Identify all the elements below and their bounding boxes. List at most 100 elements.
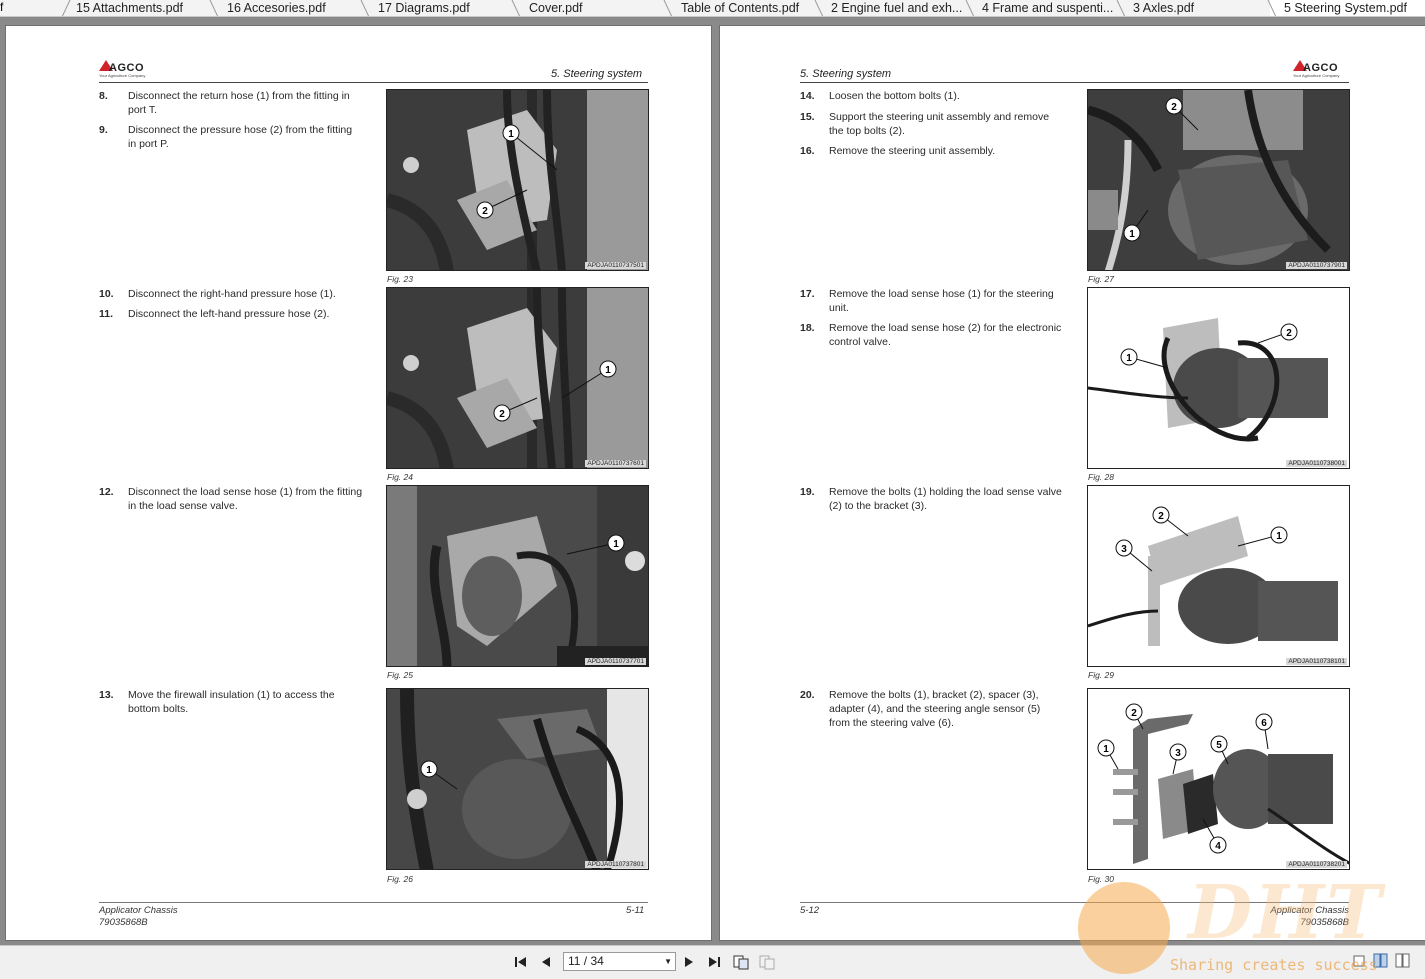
svg-text:1: 1 — [426, 765, 432, 776]
section-title: 5. Steering system — [551, 68, 643, 80]
footer-rule — [99, 902, 648, 903]
figure-23-caption: Fig. 23 — [387, 274, 413, 284]
left-page: AGCO Your Agriculture Company 5. Steerin… — [5, 25, 712, 941]
page-number: 5-11 — [626, 905, 645, 916]
previous-page-button[interactable] — [538, 954, 554, 970]
figure-code: APDJA0110737901 — [1286, 262, 1347, 269]
step-number: 16. — [800, 145, 815, 157]
footer-doc-number: 79035868B — [99, 917, 148, 928]
step-text: Disconnect the pressure hose (2) from th… — [128, 124, 353, 150]
svg-text:2: 2 — [1131, 708, 1137, 719]
next-page-icon — [685, 957, 693, 967]
step-number: 9. — [99, 124, 108, 136]
figure-28-caption: Fig. 28 — [1088, 472, 1114, 482]
step-number: 18. — [800, 322, 815, 334]
chevron-down-icon[interactable]: ▼ — [664, 953, 672, 970]
figure-29-caption: Fig. 29 — [1088, 670, 1114, 680]
previous-view-button[interactable] — [732, 954, 749, 970]
tab-cover[interactable]: Cover.pdf — [515, 0, 665, 16]
figure-27-caption: Fig. 27 — [1088, 274, 1114, 284]
next-view-button[interactable] — [758, 954, 775, 970]
svg-text:1: 1 — [1103, 744, 1109, 755]
step-text: Move the firewall insulation (1) to acce… — [128, 689, 335, 715]
tab-diagrams[interactable]: 17 Diagrams.pdf — [364, 0, 514, 16]
header-rule — [800, 82, 1349, 83]
page-number-input[interactable]: 11 / 34 ▼ — [563, 952, 676, 971]
svg-text:1: 1 — [605, 365, 611, 376]
tab-label: 16 Accesories.pdf — [227, 1, 326, 15]
tab-label: 17 Diagrams.pdf — [378, 1, 470, 15]
tab-attachments[interactable]: 15 Attachments.pdf — [62, 0, 212, 16]
step-text: Remove the bolts (1), bracket (2), space… — [829, 689, 1041, 729]
svg-text:1: 1 — [1126, 353, 1132, 364]
logo-tagline: Your Agriculture Company — [99, 73, 146, 78]
hydraulic-fittings-illustration: 1 2 — [387, 90, 648, 270]
hydraulic-hoses-illustration: 1 2 — [387, 288, 648, 468]
footer-title: Applicator Chassis — [99, 905, 178, 916]
logo-tagline: Your Agriculture Company — [1293, 73, 1340, 78]
step-number: 17. — [800, 288, 815, 300]
last-page-button[interactable] — [706, 954, 722, 970]
svg-text:2: 2 — [499, 409, 505, 420]
step-text: Disconnect the return hose (1) from the … — [128, 90, 350, 116]
figure-code: APDJA0110737701 — [585, 658, 646, 665]
step-number: 8. — [99, 90, 108, 102]
document-tab-bar: f 15 Attachments.pdf 16 Accesories.pdf 1… — [0, 0, 1425, 17]
step-number: 10. — [99, 288, 114, 300]
step-text: Remove the load sense hose (1) for the s… — [829, 288, 1054, 314]
step-text: Remove the load sense hose (2) for the e… — [829, 322, 1062, 348]
page-indicator-text: 11 / 34 — [568, 954, 604, 968]
figure-23-image: 1 2 APDJA0110737501 — [386, 89, 649, 271]
agco-logo: AGCO Your Agriculture Company — [99, 60, 159, 80]
svg-text:1: 1 — [1129, 229, 1135, 240]
tab-label: Table of Contents.pdf — [681, 1, 800, 15]
load-sense-hoses-illustration: 1 2 — [1088, 288, 1349, 468]
load-sense-valve-illustration: 1 — [387, 486, 648, 666]
step-text: Disconnect the right-hand pressure hose … — [128, 288, 336, 300]
svg-text:4: 4 — [1215, 841, 1221, 852]
agco-logo: AGCO Your Agriculture Company — [1293, 60, 1353, 80]
header-rule — [99, 82, 648, 83]
svg-text:2: 2 — [1171, 102, 1177, 113]
svg-text:5: 5 — [1216, 740, 1222, 751]
tab-axles[interactable]: 3 Axles.pdf — [1119, 0, 1269, 16]
figure-26-image: 1 APDJA0110737801 — [386, 688, 649, 870]
step-number: 19. — [800, 486, 815, 498]
tab-steering-system-active[interactable]: 5 Steering System.pdf — [1270, 0, 1425, 16]
page-layout-icons[interactable] — [1352, 952, 1422, 970]
figure-code: APDJA0110737801 — [585, 861, 646, 868]
tab-table-of-contents[interactable]: Table of Contents.pdf — [667, 0, 817, 16]
next-page-button[interactable] — [681, 954, 697, 970]
figure-code: APDJA0110737601 — [585, 460, 646, 467]
step-number: 13. — [99, 689, 114, 701]
figure-25-caption: Fig. 25 — [387, 670, 413, 680]
footer-rule — [800, 902, 1349, 903]
step-number: 11. — [99, 308, 114, 320]
svg-text:3: 3 — [1175, 748, 1181, 759]
tab-engine-fuel[interactable]: 2 Engine fuel and exh... — [817, 0, 967, 16]
figure-code: APDJA0110738001 — [1286, 460, 1347, 467]
figure-29-image: 2 3 1 APDJA0110738101 — [1087, 485, 1350, 667]
previous-view-icon — [733, 955, 749, 970]
step-text: Support the steering unit assembly and r… — [829, 111, 1050, 137]
svg-text:2: 2 — [1158, 511, 1164, 522]
svg-text:2: 2 — [482, 206, 488, 217]
footer-doc-info: Applicator Chassis 79035868B — [1263, 905, 1349, 929]
tab-frame-suspension[interactable]: 4 Frame and suspenti... — [968, 0, 1118, 16]
document-viewer[interactable]: AGCO Your Agriculture Company 5. Steerin… — [0, 17, 1425, 945]
svg-text:6: 6 — [1261, 718, 1267, 729]
footer-title: Applicator Chassis — [1270, 905, 1349, 916]
first-page-button[interactable] — [513, 954, 529, 970]
step-text: Loosen the bottom bolts (1). — [829, 90, 960, 102]
step-text: Disconnect the load sense hose (1) from … — [128, 486, 363, 512]
figure-24-caption: Fig. 24 — [387, 472, 413, 482]
section-title: 5. Steering system — [800, 68, 892, 80]
tab-label: Cover.pdf — [529, 1, 583, 15]
figure-25-image: 1 APDJA0110737701 — [386, 485, 649, 667]
step-text: Disconnect the left-hand pressure hose (… — [128, 308, 330, 320]
tab-label: 2 Engine fuel and exh... — [831, 1, 963, 15]
right-page: AGCO Your Agriculture Company 5. Steerin… — [719, 25, 1425, 941]
first-page-icon — [515, 957, 526, 967]
step-text: Remove the steering unit assembly. — [829, 145, 996, 157]
tab-accesories[interactable]: 16 Accesories.pdf — [213, 0, 363, 16]
